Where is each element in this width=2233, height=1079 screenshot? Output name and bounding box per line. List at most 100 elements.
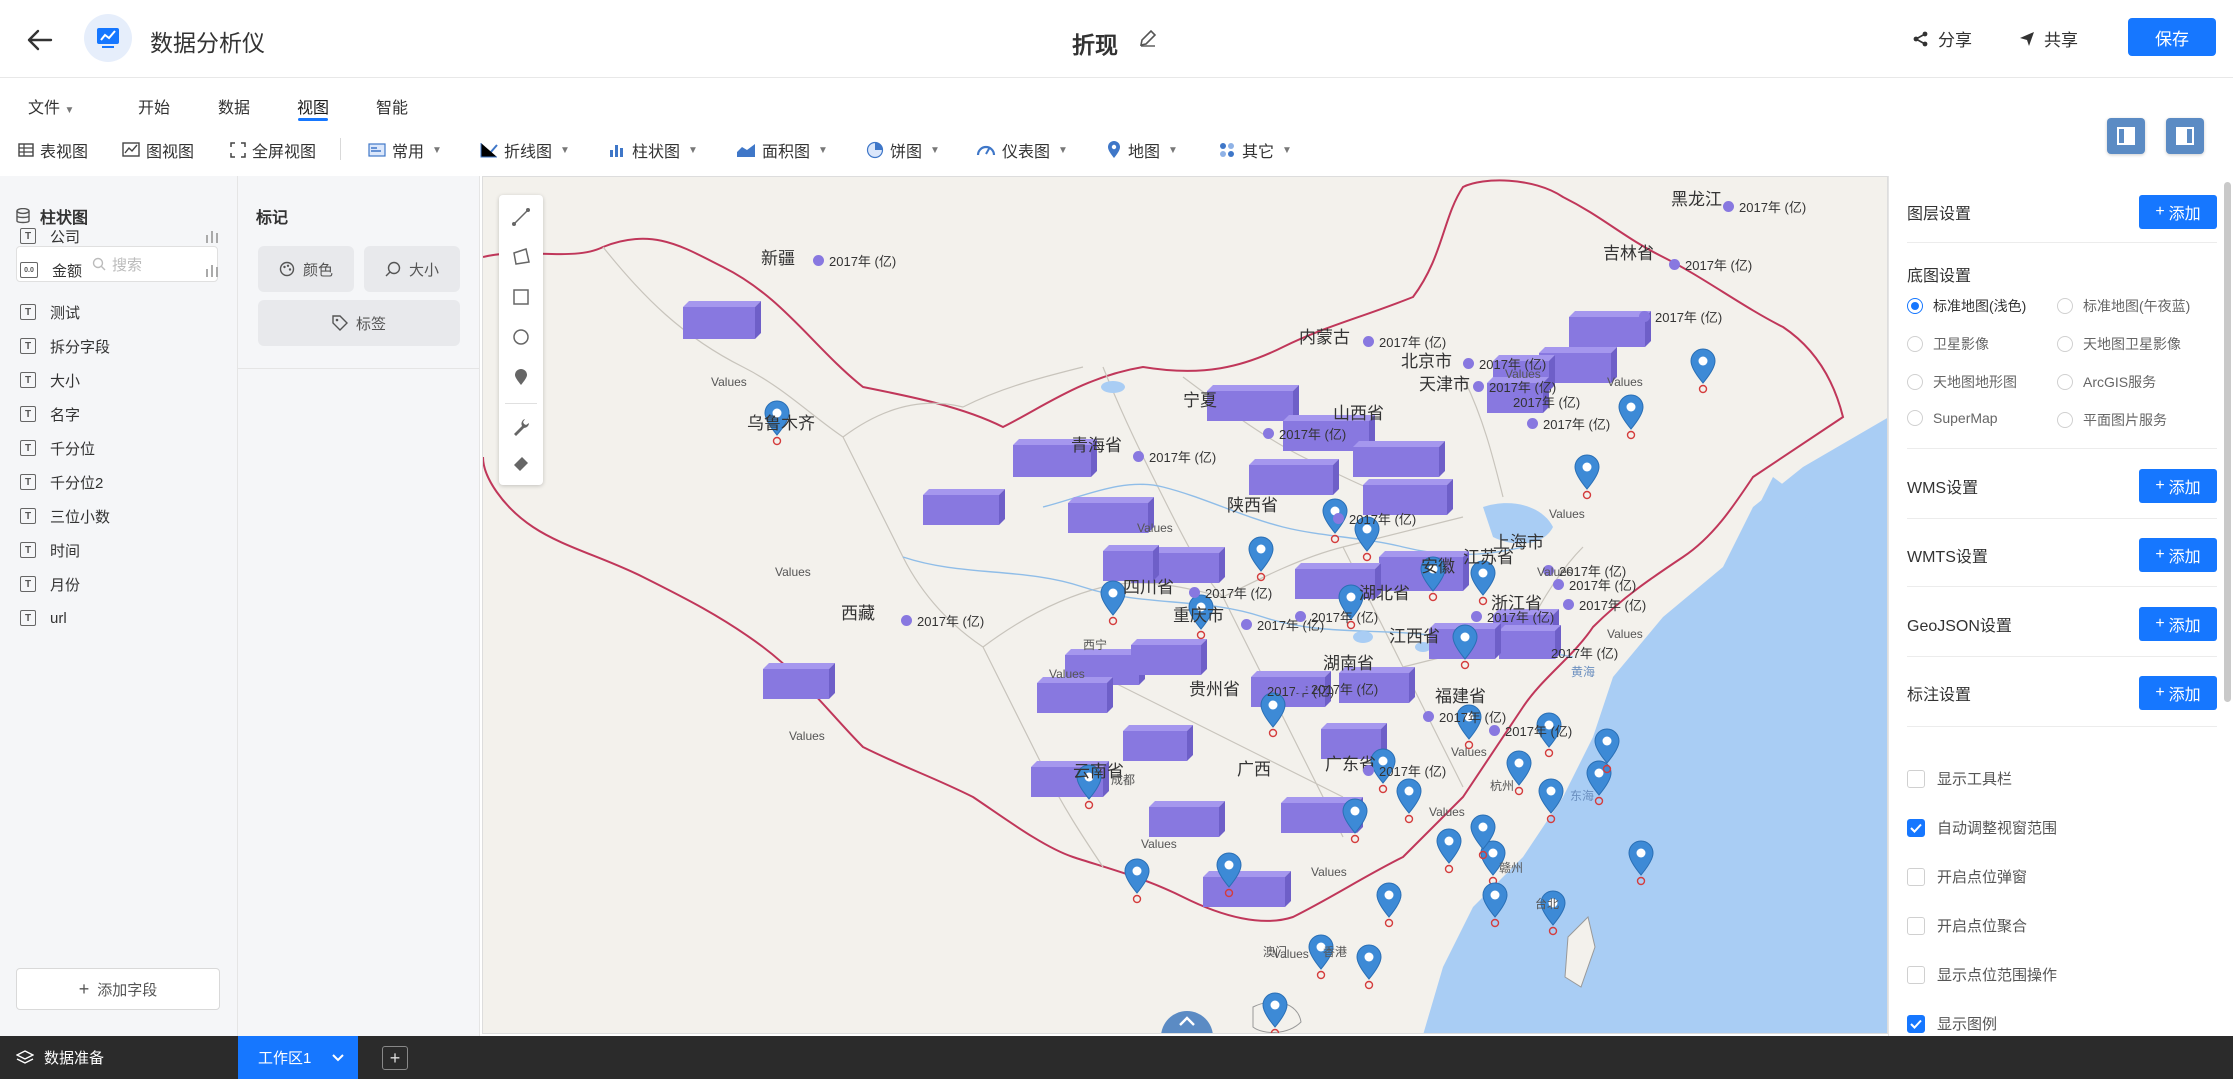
bar-chart-dropdown[interactable]: 柱状图 ▼ xyxy=(608,138,698,162)
workspace-tab[interactable]: 工作区1 xyxy=(238,1036,358,1079)
draw-rectangle-icon[interactable] xyxy=(507,283,535,311)
mark-color-button[interactable]: 颜色 xyxy=(258,246,354,292)
field-item[interactable]: T 公司 xyxy=(20,224,220,248)
bar-chart-icon[interactable] xyxy=(204,228,220,244)
option-checkbox[interactable]: 显示点位范围操作 xyxy=(1907,964,2057,985)
map-chart-dropdown[interactable]: 地图 ▼ xyxy=(1106,138,1178,162)
map-bar[interactable] xyxy=(923,489,1005,525)
field-item[interactable]: T 时间 xyxy=(20,538,220,562)
field-item[interactable]: T 千分位2 xyxy=(20,470,220,494)
mark-size-button[interactable]: 大小 xyxy=(364,246,460,292)
map-bar[interactable] xyxy=(1249,459,1339,495)
back-arrow-icon[interactable] xyxy=(22,22,58,58)
field-item[interactable]: T 三位小数 xyxy=(20,504,220,528)
menu-smart[interactable]: 智能 xyxy=(376,94,408,118)
basemap-option[interactable]: 天地图地形图 xyxy=(1907,372,2017,392)
data-prep-button[interactable]: 数据准备 xyxy=(16,1036,104,1079)
draw-line-icon[interactable] xyxy=(507,203,535,231)
line-chart-dropdown[interactable]: 折线图 ▼ xyxy=(480,138,570,162)
map-bar[interactable] xyxy=(763,663,835,699)
basemap-option[interactable]: 卫星影像 xyxy=(1907,334,1989,354)
values-caption: Values xyxy=(1607,627,1643,641)
draw-polygon-icon[interactable] xyxy=(507,243,535,271)
option-checkbox[interactable]: 自动调整视窗范围 xyxy=(1907,817,2057,838)
field-item[interactable]: T 月份 xyxy=(20,572,220,596)
menu-data[interactable]: 数据 xyxy=(218,94,250,118)
add-wms-button[interactable]: + 添加 xyxy=(2139,469,2217,503)
map-bar[interactable] xyxy=(1207,385,1299,421)
draw-circle-icon[interactable] xyxy=(507,323,535,351)
legend-dot xyxy=(1471,611,1482,622)
add-geojson-button[interactable]: + 添加 xyxy=(2139,607,2217,641)
chart-view-button[interactable]: 图视图 xyxy=(122,138,194,162)
map-marker-pin-icon[interactable] xyxy=(1436,828,1462,874)
gauge-chart-dropdown[interactable]: 仪表图 ▼ xyxy=(976,138,1068,162)
option-checkbox[interactable]: 开启点位聚合 xyxy=(1907,915,2027,936)
settings-scrollbar[interactable] xyxy=(2224,182,2231,702)
field-item[interactable]: T 名字 xyxy=(20,402,220,426)
pie-chart-dropdown[interactable]: 饼图 ▼ xyxy=(866,138,940,162)
bar-chart-icon[interactable] xyxy=(204,262,220,278)
map-marker-pin-icon[interactable] xyxy=(1396,778,1422,824)
option-checkbox[interactable]: 显示工具栏 xyxy=(1907,768,2012,789)
add-field-button[interactable]: + 添加字段 xyxy=(16,968,220,1010)
option-checkbox[interactable]: 开启点位弹窗 xyxy=(1907,866,2027,887)
menu-view[interactable]: 视图 xyxy=(297,94,329,118)
map-bar[interactable] xyxy=(1131,639,1207,675)
left-panel-toggle[interactable] xyxy=(2107,118,2145,154)
map-bar[interactable] xyxy=(1037,677,1113,713)
menu-file[interactable]: 文件 ▼ xyxy=(28,94,74,118)
table-view-button[interactable]: 表视图 xyxy=(18,138,88,162)
option-checkbox[interactable]: 显示图例 xyxy=(1907,1013,1997,1034)
basemap-option[interactable]: 天地图卫星影像 xyxy=(2057,334,2181,354)
legend-dot xyxy=(1669,259,1680,270)
share-button[interactable]: 分享 xyxy=(1912,26,1972,51)
map-marker-pin-icon[interactable] xyxy=(1124,858,1150,904)
map-marker-pin-icon[interactable] xyxy=(1574,454,1600,500)
menu-start[interactable]: 开始 xyxy=(138,94,170,118)
save-button[interactable]: 保存 xyxy=(2128,18,2216,56)
mark-label-button[interactable]: 标签 xyxy=(258,300,460,346)
field-label: 金额 xyxy=(52,262,83,280)
field-item[interactable]: T 大小 xyxy=(20,368,220,392)
map-marker-pin-icon[interactable] xyxy=(1342,798,1368,844)
basemap-option[interactable]: 标准地图(午夜蓝) xyxy=(2057,296,2190,316)
map-bar[interactable] xyxy=(1353,441,1445,477)
map-bar[interactable] xyxy=(1203,871,1291,907)
map-bar[interactable] xyxy=(1149,801,1225,837)
map-canvas[interactable]: 新疆 乌鲁木齐 西藏 青海省 宁夏 内蒙古 北京市 天津市 山西省 陕西省 四川省 重庆市 贵州省 云南省… xyxy=(482,176,1888,1034)
eraser-icon[interactable] xyxy=(507,449,535,477)
draw-point-icon[interactable] xyxy=(507,363,535,391)
field-item[interactable]: T 拆分字段 xyxy=(20,334,220,358)
map-marker-pin-icon[interactable] xyxy=(1376,882,1402,928)
field-item[interactable]: T 千分位 xyxy=(20,436,220,460)
field-item[interactable]: Turl xyxy=(20,606,220,630)
fullscreen-view-button[interactable]: 全屏视图 xyxy=(230,138,316,162)
cooperate-button[interactable]: 共享 xyxy=(2018,26,2078,51)
map-bar[interactable] xyxy=(1123,725,1193,761)
edit-pencil-icon[interactable] xyxy=(1138,28,1160,50)
map-marker-pin-icon[interactable] xyxy=(1618,394,1644,440)
field-item[interactable]: 0.0 金额 xyxy=(20,258,220,282)
add-wmts-button[interactable]: + 添加 xyxy=(2139,538,2217,572)
common-chart-dropdown[interactable]: 常用 ▼ xyxy=(368,138,442,162)
right-panel-toggle[interactable] xyxy=(2166,118,2204,154)
basemap-option[interactable]: SuperMap xyxy=(1907,410,1998,426)
field-item[interactable]: T 测试 xyxy=(20,300,220,324)
map-marker-pin-icon[interactable] xyxy=(1452,624,1478,670)
map-marker-pin-icon[interactable] xyxy=(1100,580,1126,626)
map-marker-pin-icon[interactable] xyxy=(1356,944,1382,990)
add-layer-button[interactable]: + 添加 xyxy=(2139,195,2217,229)
map-bar[interactable] xyxy=(683,301,761,339)
basemap-option[interactable]: ArcGIS服务 xyxy=(2057,372,2156,392)
doc-title[interactable]: 折现 xyxy=(1072,26,1118,60)
map-region-label: 山西省 xyxy=(1333,404,1384,423)
area-chart-dropdown[interactable]: 面积图 ▼ xyxy=(736,138,828,162)
map-marker-pin-icon[interactable] xyxy=(1690,348,1716,394)
wrench-icon[interactable] xyxy=(507,413,535,441)
other-chart-dropdown[interactable]: 其它 ▼ xyxy=(1218,138,1292,162)
basemap-option[interactable]: 平面图片服务 xyxy=(2057,410,2167,430)
add-workspace-button[interactable]: + xyxy=(382,1046,408,1070)
basemap-option[interactable]: 标准地图(浅色) xyxy=(1907,296,2026,316)
add-annotation-button[interactable]: + 添加 xyxy=(2139,676,2217,710)
